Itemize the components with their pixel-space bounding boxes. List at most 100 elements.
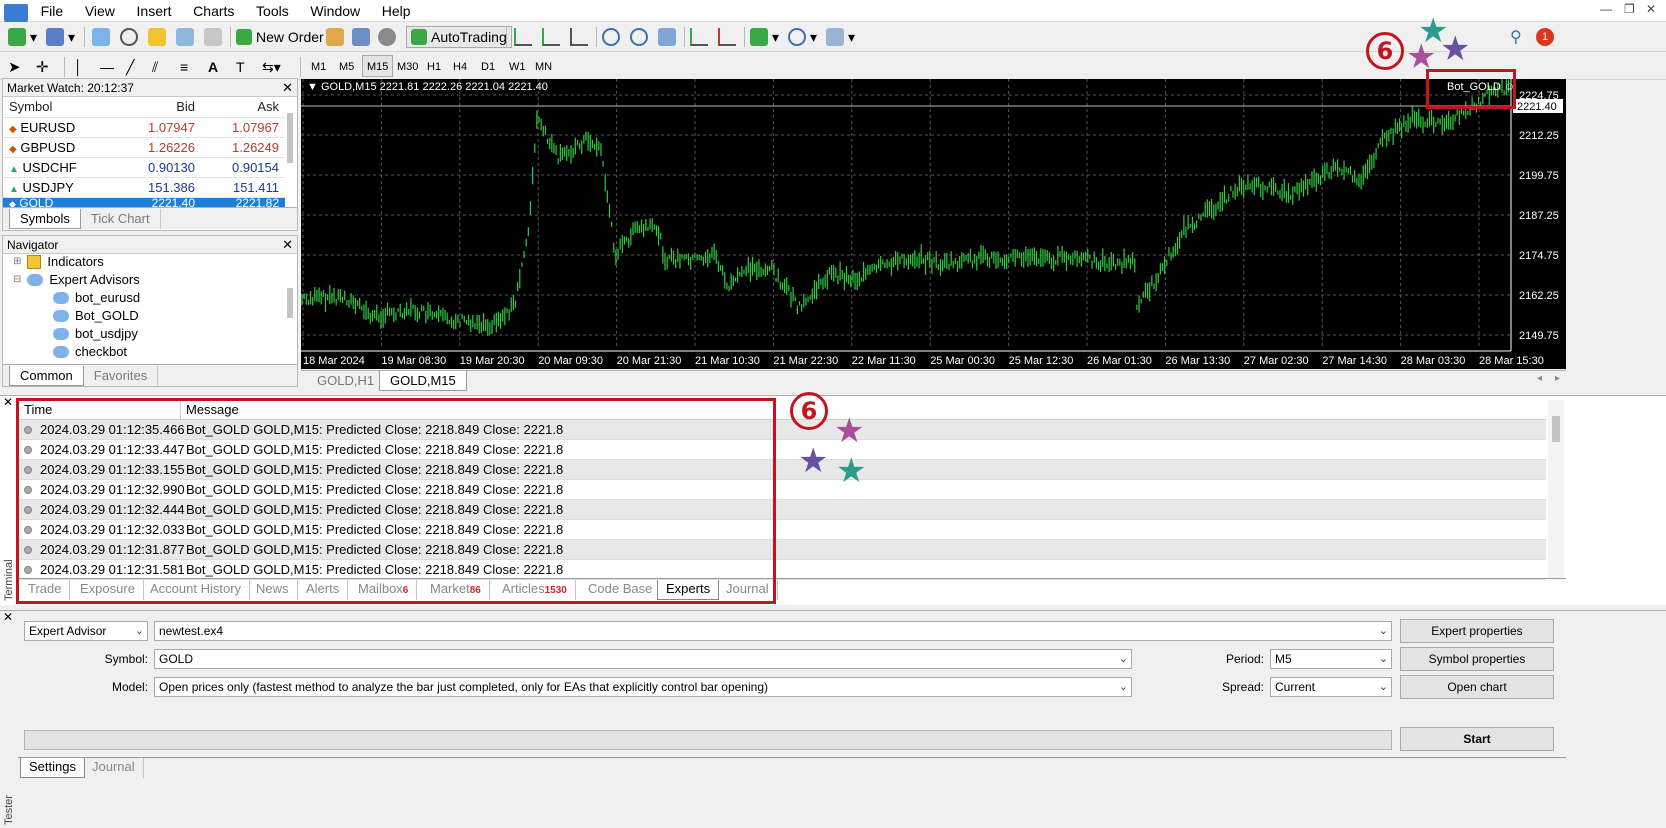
spread-label: Spread:	[1221, 680, 1264, 694]
close-icon[interactable]: ✕	[282, 236, 293, 254]
expert-properties-button[interactable]: Expert properties	[1400, 619, 1554, 643]
tf-h4[interactable]: H4	[448, 55, 472, 77]
tree-item-bot-usdjpy[interactable]: bot_usdjpy	[53, 326, 138, 341]
meta-editor-icon[interactable]	[352, 26, 370, 48]
channel-icon[interactable]: ⫽	[152, 56, 158, 78]
periods-icon[interactable]: ▾	[788, 26, 817, 48]
candlestick-icon[interactable]	[542, 26, 560, 48]
close-icon[interactable]: ✕	[3, 395, 13, 409]
tf-m30[interactable]: M30	[392, 55, 423, 77]
annotation-box-log	[16, 398, 776, 604]
tester-label: Tester	[3, 795, 15, 825]
tester-type-select[interactable]: Expert Advisor ⌄	[24, 621, 148, 641]
column-header[interactable]: Symbol	[3, 97, 121, 118]
horizontal-line-icon[interactable]: —	[100, 56, 114, 78]
start-button[interactable]: Start	[1400, 727, 1554, 751]
table-row[interactable]: ◆ GBPUSD 1.26226 1.26249	[3, 137, 285, 158]
scroll-right-icon[interactable]: ▸	[1555, 373, 1560, 384]
line-chart-icon[interactable]	[570, 26, 588, 48]
tab-symbols[interactable]: Symbols	[9, 209, 81, 229]
minimize-icon[interactable]: —	[1600, 2, 1612, 16]
scrollbar[interactable]	[287, 113, 293, 163]
tab-tester-journal[interactable]: Journal	[84, 758, 144, 778]
tab-favorites[interactable]: Favorites	[84, 366, 159, 386]
menu-file[interactable]: File	[32, 0, 73, 22]
tree-item-bot-gold[interactable]: Bot_GOLD	[53, 308, 139, 323]
data-window-icon[interactable]	[120, 26, 138, 48]
close-icon[interactable]: ✕	[3, 610, 13, 624]
menu-charts[interactable]: Charts	[184, 0, 243, 22]
templates-icon[interactable]: ▾	[826, 26, 855, 48]
menu-insert[interactable]: Insert	[128, 0, 181, 22]
zoom-in-icon[interactable]	[602, 26, 620, 48]
zoom-out-icon[interactable]	[630, 26, 648, 48]
notifications-icon[interactable]: 1	[1536, 26, 1554, 48]
tile-windows-icon[interactable]	[658, 26, 676, 48]
tab-settings[interactable]: Settings	[20, 758, 85, 778]
tf-h1[interactable]: H1	[422, 55, 446, 77]
scroll-left-icon[interactable]: ◂	[1537, 373, 1542, 384]
spread-select[interactable]: Current ⌄	[1270, 677, 1392, 697]
bar-chart-icon[interactable]	[514, 26, 532, 48]
tf-mn[interactable]: MN	[530, 55, 557, 77]
new-chart-icon[interactable]: ▾	[8, 26, 37, 48]
symbol-properties-button[interactable]: Symbol properties	[1400, 647, 1554, 671]
scrollbar[interactable]	[1548, 400, 1564, 580]
bid-price: 1.07947	[121, 117, 201, 138]
symbol-select[interactable]: GOLD ⌄	[154, 649, 1132, 669]
column-header[interactable]: Ask	[201, 97, 285, 118]
navigator-icon[interactable]	[148, 26, 166, 48]
expert-file-select[interactable]: newtest.ex4 ⌄	[154, 621, 1392, 641]
tree-item-checkbot[interactable]: checkbot	[53, 344, 127, 359]
open-chart-button[interactable]: Open chart	[1400, 675, 1554, 699]
scrollbar[interactable]	[287, 288, 293, 318]
menu-view[interactable]: View	[76, 0, 124, 22]
table-row[interactable]: ◆ EURUSD 1.07947 1.07967	[3, 117, 285, 138]
tree-item-indicators[interactable]: ⊞ Indicators	[13, 254, 104, 269]
market-watch-icon[interactable]	[92, 26, 110, 48]
tf-w1[interactable]: W1	[504, 55, 531, 77]
model-select[interactable]: Open prices only (fastest method to anal…	[154, 677, 1132, 697]
metaeditor-icon[interactable]	[326, 26, 344, 48]
menu-window[interactable]: Window	[301, 0, 369, 22]
label-icon[interactable]: T	[236, 56, 245, 78]
search-icon[interactable]: ⚲	[1510, 26, 1522, 48]
tab-common[interactable]: Common	[9, 366, 84, 386]
tab-gold-m15[interactable]: GOLD,M15	[379, 371, 467, 391]
restore-icon[interactable]: ❐	[1624, 2, 1635, 16]
table-row[interactable]: ▲ USDJPY 151.386 151.411	[3, 177, 285, 198]
autotrading-button[interactable]: AutoTrading	[406, 26, 512, 48]
tab-gold-h1[interactable]: GOLD,H1	[307, 371, 386, 391]
column-header[interactable]: Bid	[121, 97, 201, 118]
table-row[interactable]: ▲ USDCHF 0.90130 0.90154	[3, 157, 285, 178]
cursor-icon[interactable]: ➤	[8, 56, 21, 78]
star-icon: ★	[836, 452, 867, 490]
tab-tick-chart[interactable]: Tick Chart	[81, 209, 161, 229]
price-chart[interactable]: 2224.75 2212.25 2199.75 2187.25 2174.75 2162.…	[301, 75, 1566, 369]
menu-tools[interactable]: Tools	[247, 0, 298, 22]
chart-shift-icon[interactable]	[690, 26, 708, 48]
fibonacci-icon[interactable]: ≡	[180, 56, 188, 78]
close-icon[interactable]: ✕	[282, 79, 293, 97]
close-icon[interactable]: ✕	[1646, 2, 1656, 16]
profiles-icon[interactable]: ▾	[46, 26, 75, 48]
tf-d1[interactable]: D1	[476, 55, 500, 77]
terminal-icon[interactable]	[176, 26, 194, 48]
indicators-icon[interactable]: ▾	[750, 26, 779, 48]
new-order-button[interactable]: New Order	[236, 26, 324, 48]
tf-m15[interactable]: M15	[362, 55, 394, 77]
tester-icon[interactable]	[204, 26, 222, 48]
signals-icon[interactable]	[378, 26, 396, 48]
autoscroll-icon[interactable]	[718, 26, 736, 48]
vertical-line-icon[interactable]: │	[74, 56, 83, 78]
tree-item-bot-eurusd[interactable]: bot_eurusd	[53, 290, 140, 305]
menu-help[interactable]: Help	[373, 0, 420, 22]
trendline-icon[interactable]: ╱	[126, 56, 134, 78]
period-select[interactable]: M5 ⌄	[1270, 649, 1392, 669]
arrows-icon[interactable]: ⇆▾	[262, 56, 281, 78]
tree-item-expert-advisors[interactable]: ⊟ Expert Advisors	[13, 272, 140, 287]
tf-m1[interactable]: M1	[306, 55, 331, 77]
text-icon[interactable]: A	[208, 56, 218, 78]
crosshair-icon[interactable]: ✛	[36, 56, 49, 78]
tf-m5[interactable]: M5	[334, 55, 359, 77]
